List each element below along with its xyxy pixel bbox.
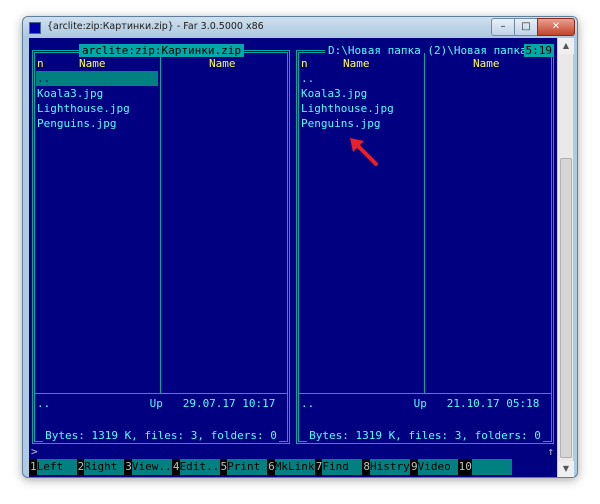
fkey-label: Histry: [370, 459, 410, 475]
fkey-number: 4: [171, 459, 180, 475]
column-header-name[interactable]: Name: [79, 57, 106, 70]
fkey-2[interactable]: 2 Right: [76, 459, 125, 475]
column-header-name[interactable]: Name: [209, 57, 236, 70]
function-key-bar: 1 Left 2 Right 3 View.. 4 Edit.. 5 Print 6 MkL…: [29, 459, 557, 475]
vertical-scrollbar[interactable]: ▲ ▼: [557, 38, 574, 477]
status-separator: [35, 393, 287, 394]
column-divider: [160, 53, 161, 393]
left-panel-title: arclite:zip:Картинки.zip: [79, 44, 244, 57]
fkey-6[interactable]: 6 MkLink: [267, 459, 315, 475]
scroll-up-icon[interactable]: ▲: [558, 38, 574, 54]
minimize-button[interactable]: –: [491, 18, 515, 36]
fkey-label: Video: [417, 459, 458, 475]
fkey-number: 7: [314, 459, 323, 475]
left-file-panel[interactable]: arclite:zip:Картинки.zip n Name Name .. …: [32, 44, 290, 444]
fkey-number: 3: [124, 459, 132, 475]
file-item-parent[interactable]: ..: [300, 71, 424, 86]
fkey-number: 9: [410, 459, 418, 475]
panel-summary-text: Bytes: 1319 K, files: 3, folders: 0: [307, 429, 543, 442]
fkey-7[interactable]: 7 Find: [314, 459, 363, 475]
clock: 5:19: [523, 44, 554, 57]
fkey-number: 6: [267, 459, 275, 475]
status-separator: [299, 393, 551, 394]
panel-summary-text: Bytes: 1319 K, files: 3, folders: 0: [43, 429, 279, 442]
scroll-down-icon[interactable]: ▼: [558, 461, 574, 477]
file-item[interactable]: Lighthouse.jpg: [36, 101, 160, 116]
fkey-number: 2: [76, 459, 85, 475]
fkey-9[interactable]: 9 Video: [410, 459, 458, 475]
window-title: {arclite:zip:Картинки.zip} - Far 3.0.500…: [47, 21, 264, 32]
close-button[interactable]: ✕: [537, 18, 575, 36]
fkey-label: Print: [227, 459, 268, 475]
fkey-number: 8: [362, 459, 370, 475]
history-arrow-icon: ↑: [547, 445, 554, 458]
fkey-label: View..: [131, 459, 172, 475]
file-item[interactable]: Koala3.jpg: [36, 86, 160, 101]
fkey-label: [471, 459, 512, 475]
console-area: arclite:zip:Картинки.zip n Name Name .. …: [29, 38, 557, 477]
column-header-name[interactable]: Name: [343, 57, 370, 70]
panel-status-line: .. Up 21.10.17 05:18: [301, 397, 540, 410]
title-bar[interactable]: {arclite:zip:Картинки.zip} - Far 3.0.500…: [23, 17, 577, 39]
fkey-8[interactable]: 8 Histry: [362, 459, 410, 475]
fkey-1[interactable]: 1 Left: [29, 459, 77, 475]
far-app-icon: [29, 22, 41, 34]
command-prompt[interactable]: >: [31, 445, 38, 458]
fkey-label: MkLink: [274, 459, 315, 475]
fkey-5[interactable]: 5 Print: [219, 459, 268, 475]
red-annotation-arrow-icon: [350, 138, 378, 166]
fkey-3[interactable]: 3 View..: [124, 459, 172, 475]
maximize-button[interactable]: □: [514, 18, 538, 36]
file-item[interactable]: Penguins.jpg: [36, 116, 160, 131]
fkey-label: Edit..: [179, 459, 220, 475]
column-header-n[interactable]: n: [301, 57, 308, 70]
right-panel-title: D:\Новая папка (2)\Новая папка: [325, 44, 530, 57]
fkey-number: 10: [457, 459, 472, 475]
fkey-label: Right: [84, 459, 125, 475]
column-divider: [424, 53, 425, 393]
fkey-4[interactable]: 4 Edit..: [171, 459, 220, 475]
file-item-parent-selected[interactable]: ..: [36, 71, 158, 86]
fkey-number: 5: [219, 459, 228, 475]
right-file-panel[interactable]: D:\Новая папка (2)\Новая папка 5:19 n Na…: [296, 44, 554, 444]
file-item[interactable]: Penguins.jpg: [300, 116, 424, 131]
file-list: .. Koala3.jpg Lighthouse.jpg Penguins.jp…: [300, 71, 424, 131]
column-header-n[interactable]: n: [37, 57, 44, 70]
panel-summary: Bytes: 1319 K, files: 3, folders: 0: [35, 429, 287, 442]
fkey-label: Left: [36, 459, 77, 475]
panel-status-line: .. Up 29.07.17 10:17: [37, 397, 276, 410]
panel-summary: Bytes: 1319 K, files: 3, folders: 0: [299, 429, 551, 442]
file-item[interactable]: Lighthouse.jpg: [300, 101, 424, 116]
fkey-10[interactable]: 10: [457, 459, 512, 475]
fkey-label: Find: [322, 459, 363, 475]
file-item[interactable]: Koala3.jpg: [300, 86, 424, 101]
fkey-number: 1: [29, 459, 37, 475]
column-header-name[interactable]: Name: [473, 57, 500, 70]
scrollbar-thumb[interactable]: [560, 158, 572, 458]
file-list: .. Koala3.jpg Lighthouse.jpg Penguins.jp…: [36, 71, 160, 131]
